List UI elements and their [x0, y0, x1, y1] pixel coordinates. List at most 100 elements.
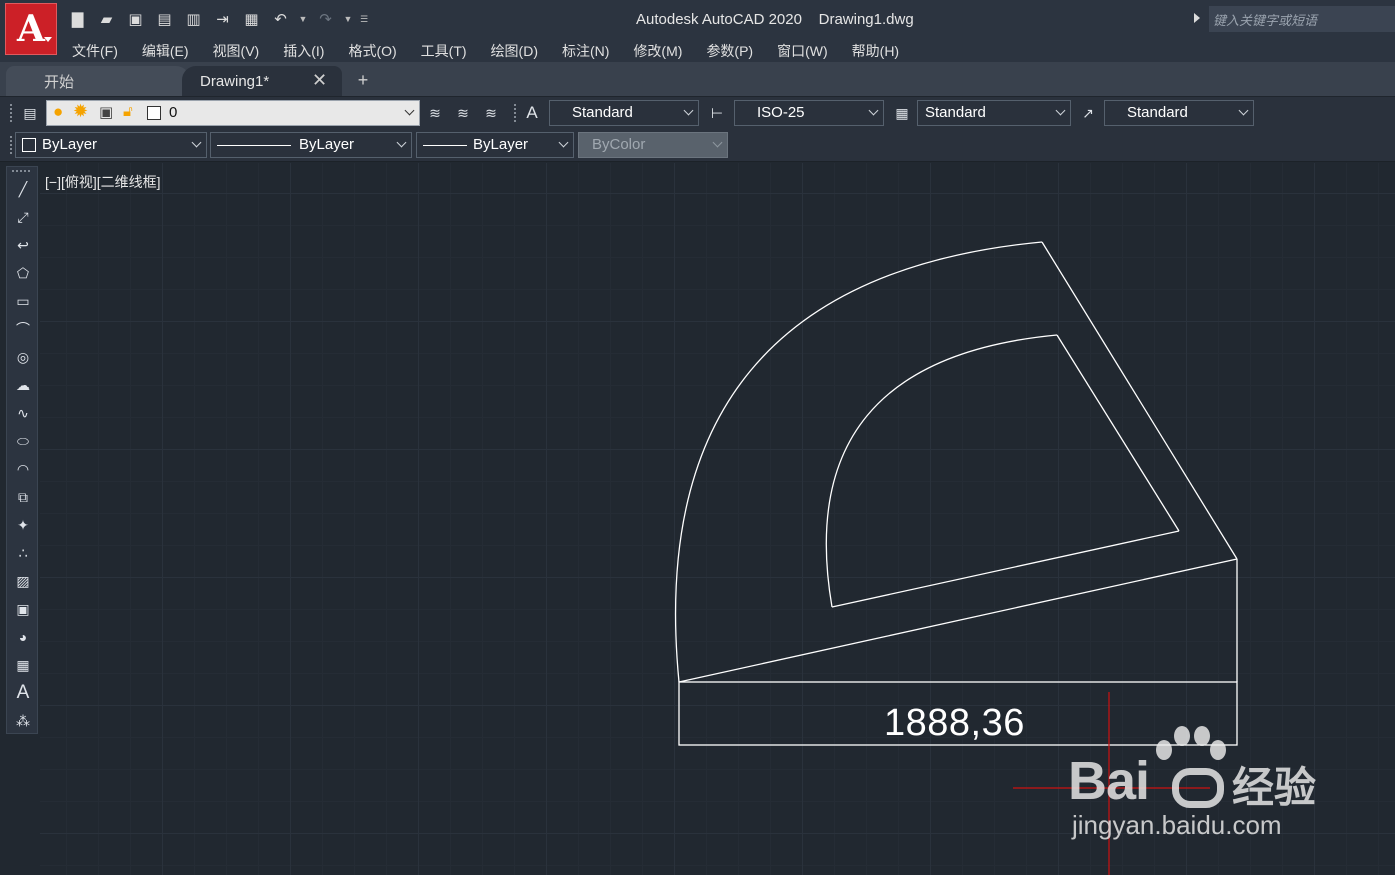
multileader-style-value: Standard: [1127, 104, 1188, 121]
chevron-down-icon: [44, 37, 52, 42]
open-folder-icon[interactable]: ▰: [95, 8, 118, 30]
table-style-icon[interactable]: ▦: [891, 102, 913, 124]
layer-name: 0: [169, 104, 178, 121]
chevron-down-icon: [1055, 105, 1066, 116]
watermark-url: jingyan.baidu.com: [1072, 810, 1282, 840]
line-icon[interactable]: ╱: [11, 177, 35, 201]
layer-previous-icon[interactable]: ≋: [452, 102, 474, 124]
toolbar-grip[interactable]: [9, 103, 13, 123]
dimension-style-icon[interactable]: ⊢: [706, 102, 728, 124]
table-style-dropdown[interactable]: Standard: [917, 100, 1071, 126]
quick-access-toolbar: ▇ ▰ ▣ ▤ ▥ ⇥ ▦ ↶ ▼ ↷ ▼ ☰: [66, 8, 369, 30]
text-style-icon[interactable]: A: [521, 102, 543, 124]
multiline-text-icon[interactable]: A: [11, 681, 35, 705]
expand-search-icon[interactable]: [1194, 13, 1200, 23]
text-style-dropdown[interactable]: Standard: [549, 100, 699, 126]
baidu-logo-text: Bai: [1068, 751, 1150, 811]
color-dropdown[interactable]: ByLayer: [15, 132, 207, 158]
toolbar-grip[interactable]: [513, 103, 517, 123]
close-tab-icon[interactable]: ✕: [312, 70, 327, 91]
save-as-icon[interactable]: ▤: [153, 8, 176, 30]
layer-state-icon[interactable]: ≋: [480, 102, 502, 124]
dimension-style-value: ISO-25: [757, 104, 805, 121]
chevron-down-icon: [683, 105, 694, 116]
spline-icon[interactable]: ∿: [11, 401, 35, 425]
tab-start-label: 开始: [44, 73, 75, 91]
title-bar: A ▇ ▰ ▣ ▤ ▥ ⇥ ▦ ↶ ▼ ↷ ▼ ☰ Autodesk AutoC…: [0, 0, 1395, 62]
viewport-controls[interactable]: [−][俯视][二维线框]: [45, 172, 161, 192]
table-icon[interactable]: ▦: [11, 653, 35, 677]
polygon-icon[interactable]: ⬠: [11, 261, 35, 285]
undo-icon[interactable]: ↶: [269, 8, 292, 30]
make-block-icon[interactable]: ✦: [11, 513, 35, 537]
menu-item-9[interactable]: 参数(P): [694, 38, 765, 60]
revision-cloud-icon[interactable]: ☁: [11, 373, 35, 397]
plot-icon[interactable]: ▦: [240, 8, 263, 30]
polyline-icon[interactable]: ↩: [11, 233, 35, 257]
region-icon[interactable]: ◕: [11, 625, 35, 649]
menu-item-0[interactable]: 文件(F): [60, 38, 130, 60]
layer-properties-icon[interactable]: ▤: [19, 102, 41, 124]
linetype-preview: [217, 145, 291, 146]
toolbar-grip[interactable]: [9, 135, 13, 155]
layer-dropdown[interactable]: ● ✹ ▣ 🔓︎ 0: [46, 100, 420, 126]
redo-dropdown-icon[interactable]: ▼: [343, 14, 353, 24]
hatch-icon[interactable]: ▨: [11, 569, 35, 593]
ellipse-icon[interactable]: ⬭: [11, 429, 35, 453]
draw-toolbar: ╱ ⤢ ↩ ⬠ ▭ ⌒ ◎ ☁ ∿ ⬭ ◠ ⧉ ✦ ∴ ▨ ▣ ◕ ▦ A ⁂: [6, 166, 38, 734]
layer-lock-icon: 🔓︎: [123, 103, 133, 120]
tab-start[interactable]: 开始: [6, 66, 190, 96]
linetype-dropdown[interactable]: ByLayer: [210, 132, 412, 158]
rectangle-icon[interactable]: ▭: [11, 289, 35, 313]
multileader-style-dropdown[interactable]: Standard: [1104, 100, 1254, 126]
menu-item-8[interactable]: 修改(M): [621, 38, 694, 60]
chevron-down-icon: [396, 137, 407, 148]
add-selected-icon[interactable]: ⁂: [11, 709, 35, 733]
open-web-icon[interactable]: ▥: [182, 8, 205, 30]
chevron-down-icon: [1238, 105, 1249, 116]
menu-item-4[interactable]: 格式(O): [336, 38, 408, 60]
ellipse-arc-icon[interactable]: ◠: [11, 457, 35, 481]
menu-item-7[interactable]: 标注(N): [550, 38, 621, 60]
circle-icon[interactable]: ◎: [11, 345, 35, 369]
menu-item-11[interactable]: 帮助(H): [840, 38, 911, 60]
gradient-icon[interactable]: ▣: [11, 597, 35, 621]
menu-item-1[interactable]: 编辑(E): [130, 38, 201, 60]
redo-icon[interactable]: ↷: [314, 8, 337, 30]
menu-item-5[interactable]: 工具(T): [409, 38, 479, 60]
dimension-style-dropdown[interactable]: ISO-25: [734, 100, 884, 126]
save-icon[interactable]: ▣: [124, 8, 147, 30]
new-file-icon[interactable]: ▇: [66, 8, 89, 30]
search-input[interactable]: 键入关键字或短语: [1209, 6, 1395, 32]
construction-line-icon[interactable]: ⤢: [11, 205, 35, 229]
layer-color-swatch: [147, 106, 161, 120]
autocad-logo: A: [17, 8, 45, 50]
multileader-style-icon[interactable]: ↗: [1077, 102, 1099, 124]
menu-item-2[interactable]: 视图(V): [201, 38, 272, 60]
new-tab-button[interactable]: +: [351, 70, 375, 92]
export-icon[interactable]: ⇥: [211, 8, 234, 30]
chevron-down-icon: [404, 105, 415, 116]
insert-block-icon[interactable]: ⧉: [11, 485, 35, 509]
layer-sun-icon: ✹: [73, 101, 89, 121]
menu-item-6[interactable]: 绘图(D): [479, 38, 550, 60]
chevron-down-icon: [191, 137, 202, 148]
arc-icon[interactable]: ⌒: [11, 317, 35, 341]
properties-toolbar: ByLayer ByLayer ByLayer ByColor: [0, 130, 1395, 162]
menu-item-10[interactable]: 窗口(W): [765, 38, 840, 60]
undo-dropdown-icon[interactable]: ▼: [298, 14, 308, 24]
application-menu-button[interactable]: A: [5, 3, 57, 55]
plot-style-dropdown: ByColor: [578, 132, 728, 158]
customize-qat-icon[interactable]: ☰: [359, 14, 369, 25]
lineweight-value: ByLayer: [473, 136, 529, 153]
color-value: ByLayer: [42, 136, 98, 153]
menu-item-3[interactable]: 插入(I): [271, 38, 336, 60]
layer-viewport-freeze-icon: ▣: [99, 104, 114, 121]
baidu-watermark: Bai 经验 jingyan.baidu.com: [1064, 722, 1364, 852]
point-icon[interactable]: ∴: [11, 541, 35, 565]
toolbar-grip[interactable]: [11, 169, 31, 173]
coordinate-readout: 1888,36: [884, 702, 1025, 744]
chevron-down-icon: [712, 137, 723, 148]
make-current-layer-icon[interactable]: ≋: [424, 102, 446, 124]
lineweight-dropdown[interactable]: ByLayer: [416, 132, 574, 158]
